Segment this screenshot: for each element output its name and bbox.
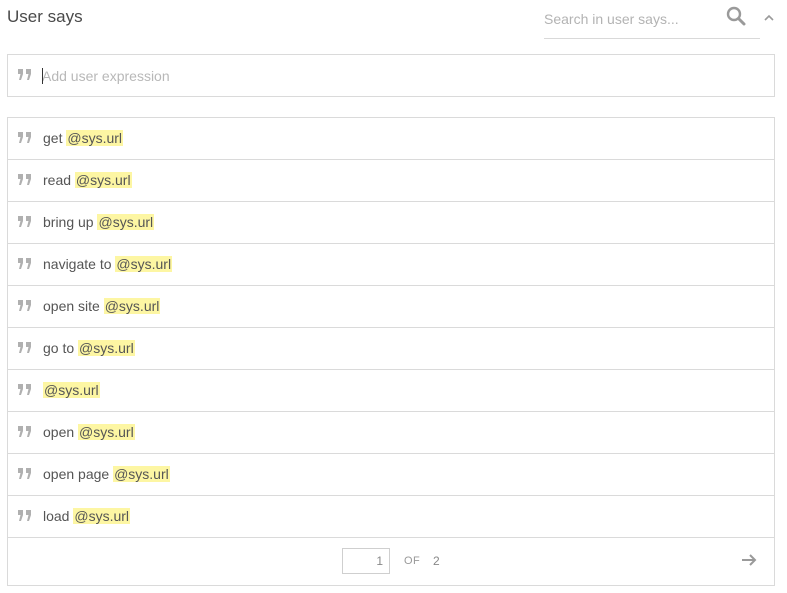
- expression-prefix: read: [43, 172, 75, 188]
- entity-tag[interactable]: @sys.url: [115, 256, 173, 272]
- expression-prefix: navigate to: [43, 256, 116, 272]
- entity-tag[interactable]: @sys.url: [78, 424, 135, 440]
- page-total: 2: [433, 554, 440, 568]
- expression-row[interactable]: open page @sys.url: [8, 454, 774, 496]
- quote-icon: [17, 68, 33, 82]
- entity-tag[interactable]: @sys.url: [74, 172, 132, 188]
- add-expression-box: [7, 54, 775, 97]
- expression-prefix: bring up: [43, 214, 98, 230]
- expression-row[interactable]: open @sys.url: [8, 412, 774, 454]
- search-icon[interactable]: [725, 5, 747, 27]
- expression-row[interactable]: go to @sys.url: [8, 328, 774, 370]
- expression-prefix: open: [43, 424, 79, 440]
- entity-tag[interactable]: @sys.url: [73, 508, 131, 524]
- expression-row[interactable]: open site @sys.url: [8, 286, 774, 328]
- expression-text[interactable]: read @sys.url: [43, 171, 132, 190]
- section-title: User says: [7, 7, 83, 26]
- expression-prefix: load: [43, 508, 74, 524]
- quote-icon: [17, 173, 33, 187]
- expression-text[interactable]: open page @sys.url: [43, 465, 170, 484]
- quote-icon: [17, 299, 33, 313]
- pagination: OF 2: [8, 538, 774, 585]
- expression-row[interactable]: load @sys.url: [8, 496, 774, 538]
- expression-row[interactable]: bring up @sys.url: [8, 202, 774, 244]
- entity-tag[interactable]: @sys.url: [66, 130, 124, 146]
- quote-icon: [17, 509, 33, 523]
- chevron-up-icon[interactable]: [762, 11, 776, 25]
- add-expression-input[interactable]: [42, 64, 742, 88]
- expression-text[interactable]: open site @sys.url: [43, 297, 161, 316]
- expression-text[interactable]: bring up @sys.url: [43, 213, 155, 232]
- entity-tag[interactable]: @sys.url: [43, 382, 100, 398]
- expression-row[interactable]: navigate to @sys.url: [8, 244, 774, 286]
- quote-icon: [17, 425, 33, 439]
- expression-text[interactable]: load @sys.url: [43, 507, 131, 526]
- entity-tag[interactable]: @sys.url: [113, 466, 170, 482]
- expression-prefix: open page: [43, 466, 114, 482]
- expression-list: get @sys.url read @sys.url bring up @sys.u…: [7, 117, 775, 586]
- text-caret: [42, 68, 43, 84]
- quote-icon: [17, 215, 33, 229]
- quote-icon: [17, 257, 33, 271]
- expression-text[interactable]: @sys.url: [43, 381, 100, 400]
- expression-text[interactable]: navigate to @sys.url: [43, 255, 173, 274]
- quote-icon: [17, 341, 33, 355]
- entity-tag[interactable]: @sys.url: [97, 214, 155, 230]
- expression-prefix: go to: [43, 340, 79, 356]
- quote-icon: [17, 131, 33, 145]
- entity-tag[interactable]: @sys.url: [103, 298, 161, 314]
- expression-prefix: open site: [43, 298, 104, 314]
- entity-tag[interactable]: @sys.url: [78, 340, 135, 356]
- arrow-right-icon[interactable]: [740, 552, 758, 568]
- page-of-label: OF: [404, 555, 421, 567]
- expression-text[interactable]: open @sys.url: [43, 423, 135, 442]
- expression-text[interactable]: go to @sys.url: [43, 339, 135, 358]
- page-number-input[interactable]: [342, 548, 390, 574]
- expression-row[interactable]: read @sys.url: [8, 160, 774, 202]
- search-box: [544, 4, 760, 39]
- search-input[interactable]: [544, 6, 719, 32]
- expression-row[interactable]: get @sys.url: [8, 118, 774, 160]
- expression-prefix: get: [43, 130, 67, 146]
- quote-icon: [17, 383, 33, 397]
- quote-icon: [17, 467, 33, 481]
- expression-text[interactable]: get @sys.url: [43, 129, 124, 148]
- expression-row[interactable]: @sys.url: [8, 370, 774, 412]
- section-header: User says: [0, 0, 787, 44]
